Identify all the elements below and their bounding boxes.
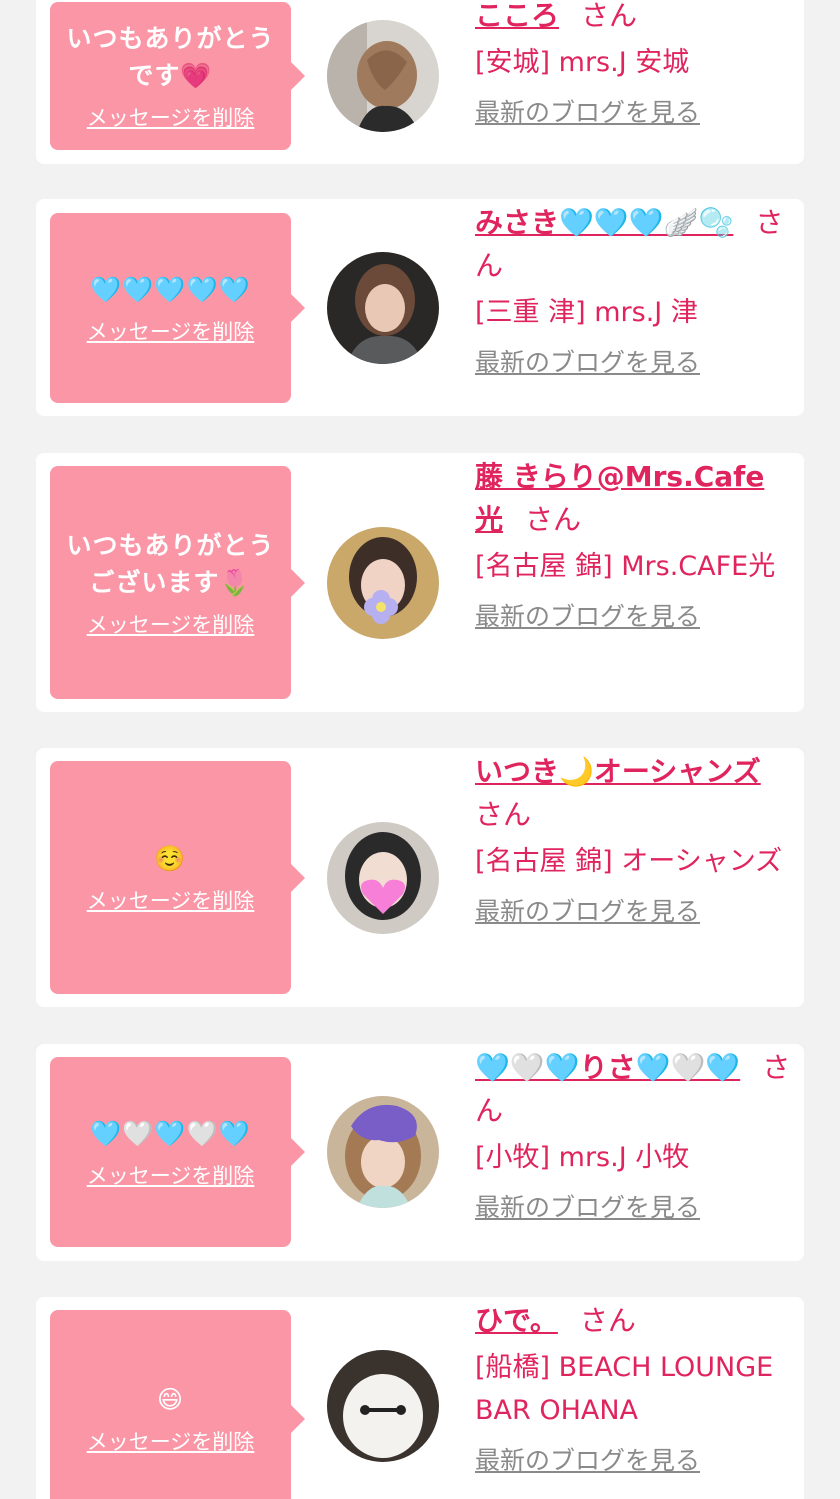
sender-name-link[interactable]: みさき🩵🩵🩵🪽🫧 — [475, 206, 733, 239]
honorific: さん — [475, 798, 532, 831]
message-bubble: ☺️ メッセージを削除 — [50, 761, 305, 994]
delete-message-link[interactable]: メッセージを削除 — [87, 887, 255, 915]
message-card: 😄 メッセージを削除 ひで。 さん [船橋] BEACH LOUNGE BAR O… — [36, 1297, 804, 1499]
message-text: いつもありがとうございます🌷 — [66, 530, 275, 597]
avatar-photo-woman-icon — [327, 252, 439, 364]
message-bubble: いつもありがとうございます🌷 メッセージを削除 — [50, 466, 305, 699]
latest-blog-link[interactable]: 最新のブログを見る — [475, 346, 700, 380]
sender-info: こころ さん [安城] mrs.J 安城 最新のブログを見る — [475, 0, 795, 130]
latest-blog-link[interactable]: 最新のブログを見る — [475, 1444, 700, 1478]
sender-name-line: みさき🩵🩵🩵🪽🫧 さん — [475, 201, 795, 287]
honorific: さん — [525, 503, 582, 536]
sender-info: みさき🩵🩵🩵🪽🫧 さん [三重 津] mrs.J 津 最新のブログを見る — [475, 201, 795, 380]
message-card: いつもありがとうです💗 メッセージを削除 こころ さん [安城] mrs.J 安城… — [36, 0, 804, 164]
avatar[interactable] — [327, 1096, 439, 1208]
message-bubble: 🩵🤍🩵🤍🩵 メッセージを削除 — [50, 1057, 305, 1247]
sender-name-line: こころ さん — [475, 0, 795, 37]
sender-name-line: 🩵🤍🩵りさ🩵🤍🩵 さん — [475, 1046, 795, 1132]
delete-message-link[interactable]: メッセージを削除 — [87, 318, 255, 346]
latest-blog-link[interactable]: 最新のブログを見る — [475, 1191, 700, 1225]
delete-message-link[interactable]: メッセージを削除 — [87, 104, 255, 132]
sender-name-link[interactable]: いつき🌙オーシャンズ — [475, 755, 761, 788]
avatar-photo-purple-icon — [327, 1096, 439, 1208]
delete-message-link[interactable]: メッセージを削除 — [87, 1162, 255, 1190]
message-card: 🩵🤍🩵🤍🩵 メッセージを削除 🩵🤍🩵りさ🩵🤍🩵 さん [小牧] mrs.J 小牧 … — [36, 1044, 804, 1261]
shop-name: [名古屋 錦] オーシャンズ — [475, 846, 783, 877]
shop-name: [三重 津] mrs.J 津 — [475, 297, 698, 328]
delete-message-link[interactable]: メッセージを削除 — [87, 611, 255, 639]
avatar[interactable] — [327, 822, 439, 934]
sender-name-link[interactable]: ひで。 — [475, 1304, 558, 1337]
sender-name-line: 藤 きらり@Mrs.Cafe光 さん — [475, 455, 795, 541]
message-card: ☺️ メッセージを削除 いつき🌙オーシャンズさん [名古屋 錦] オーシャンズ … — [36, 748, 804, 1007]
sender-info: 藤 きらり@Mrs.Cafe光 さん [名古屋 錦] Mrs.CAFE光 最新のブ… — [475, 455, 795, 634]
avatar-photo-heart-icon — [327, 822, 439, 934]
honorific: さん — [581, 0, 638, 32]
message-text: 😄 — [156, 1385, 185, 1414]
avatar[interactable] — [327, 252, 439, 364]
sender-info: 🩵🤍🩵りさ🩵🤍🩵 さん [小牧] mrs.J 小牧 最新のブログを見る — [475, 1046, 795, 1225]
message-text: 🩵🩵🩵🩵🩵 — [90, 274, 251, 304]
sender-name-line: いつき🌙オーシャンズさん — [475, 750, 795, 836]
message-card: いつもありがとうございます🌷 メッセージを削除 藤 きらり@Mrs.Cafe光さ… — [36, 453, 804, 712]
message-bubble: いつもありがとうです💗 メッセージを削除 — [50, 2, 305, 150]
shop-name: [船橋] BEACH LOUNGE BAR OHANA — [475, 1352, 774, 1426]
avatar-photo-mascot-icon — [327, 1350, 439, 1462]
avatar[interactable] — [327, 1350, 439, 1462]
message-text: ☺️ — [154, 844, 187, 873]
sender-name-link[interactable]: こころ — [475, 0, 559, 32]
message-card: 🩵🩵🩵🩵🩵 メッセージを削除 みさき🩵🩵🩵🪽🫧 さん [三重 津] mrs.J 津… — [36, 199, 804, 416]
message-text: 🩵🤍🩵🤍🩵 — [90, 1118, 251, 1148]
shop-name: [安城] mrs.J 安城 — [475, 47, 690, 78]
shop-name: [名古屋 錦] Mrs.CAFE光 — [475, 551, 776, 582]
message-text: いつもありがとうです💗 — [66, 24, 275, 90]
avatar-photo-hair-icon — [327, 20, 439, 132]
sender-info: ひで。 さん [船橋] BEACH LOUNGE BAR OHANA 最新のブログ… — [475, 1299, 795, 1478]
sender-name-link[interactable]: 🩵🤍🩵りさ🩵🤍🩵 — [475, 1051, 740, 1084]
message-bubble: 🩵🩵🩵🩵🩵 メッセージを削除 — [50, 213, 305, 403]
shop-name: [小牧] mrs.J 小牧 — [475, 1142, 690, 1173]
honorific: さん — [579, 1304, 636, 1337]
avatar[interactable] — [327, 20, 439, 132]
message-list: いつもありがとうです💗 メッセージを削除 こころ さん [安城] mrs.J 安城… — [0, 0, 840, 1499]
message-bubble: 😄 メッセージを削除 — [50, 1310, 305, 1499]
sender-name-link[interactable]: 藤 きらり@Mrs.Cafe光 — [475, 460, 764, 536]
sender-info: いつき🌙オーシャンズさん [名古屋 錦] オーシャンズ 最新のブログを見る — [475, 750, 795, 929]
sender-name-line: ひで。 さん — [475, 1299, 795, 1342]
latest-blog-link[interactable]: 最新のブログを見る — [475, 96, 700, 130]
delete-message-link[interactable]: メッセージを削除 — [87, 1428, 255, 1456]
latest-blog-link[interactable]: 最新のブログを見る — [475, 895, 700, 929]
avatar[interactable] — [327, 527, 439, 639]
latest-blog-link[interactable]: 最新のブログを見る — [475, 600, 700, 634]
avatar-photo-flower-icon — [327, 527, 439, 639]
